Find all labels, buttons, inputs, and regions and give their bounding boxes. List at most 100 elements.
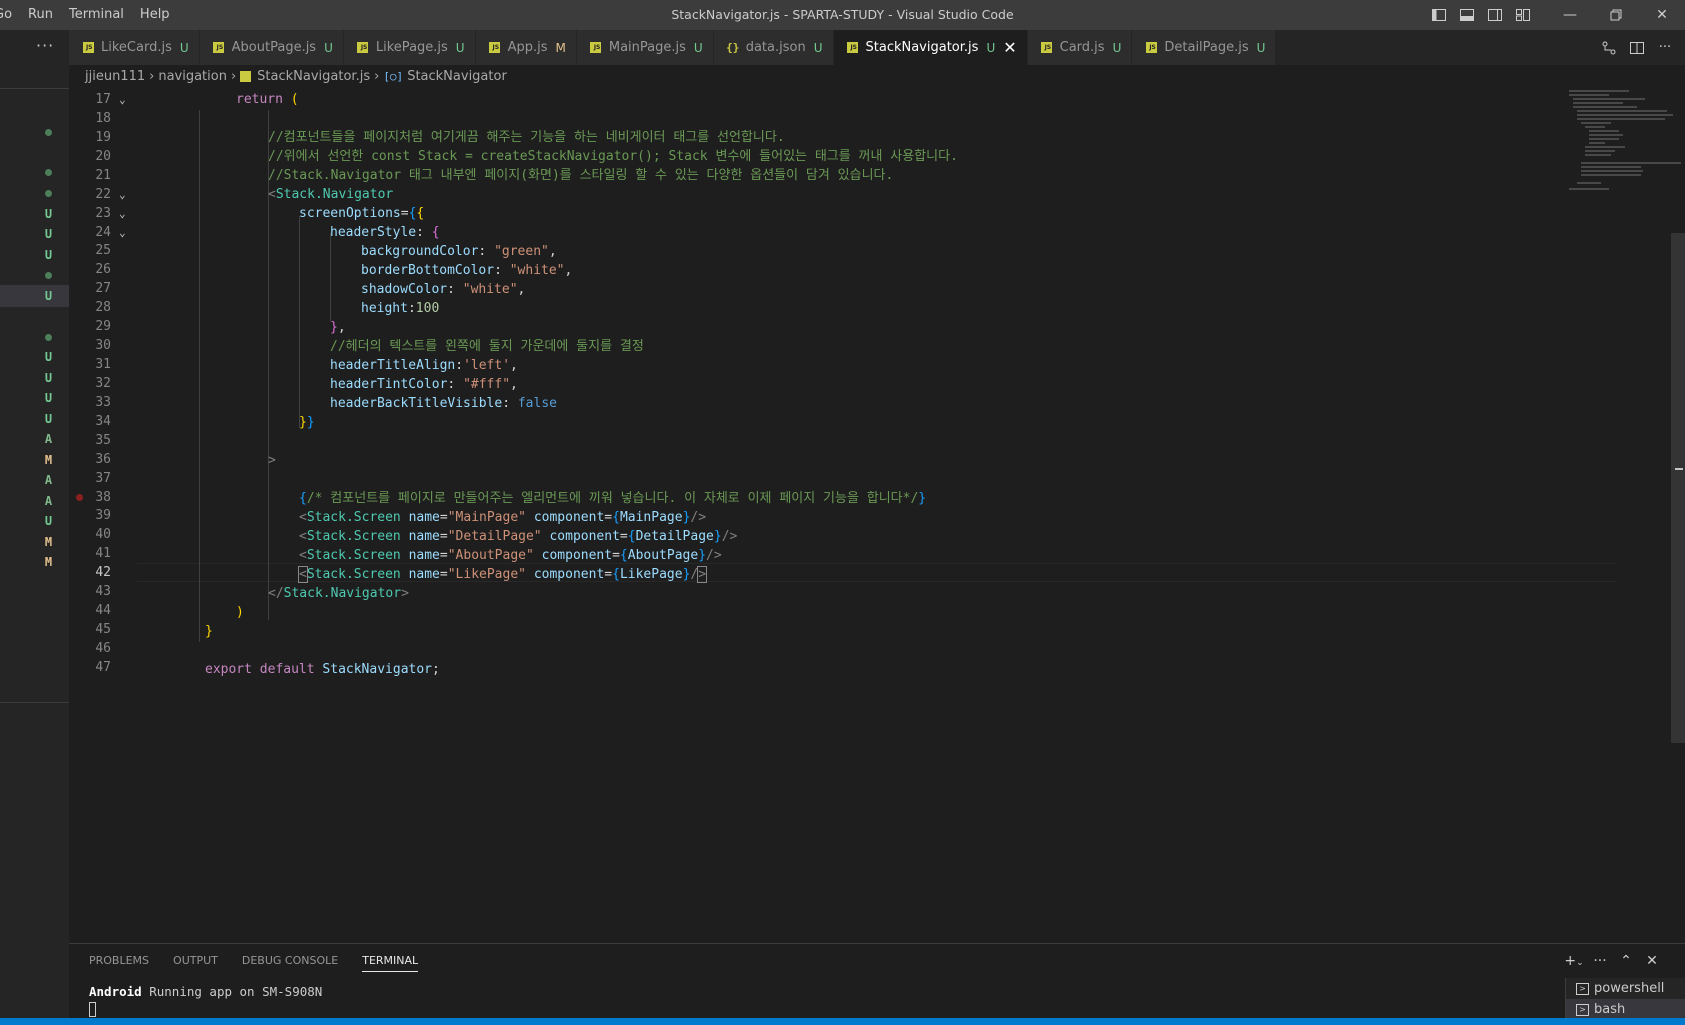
js-icon: JS	[212, 41, 226, 55]
code-token: "AboutPage"	[447, 548, 534, 563]
menu-terminal[interactable]: Terminal	[61, 0, 132, 30]
tab-debug-console[interactable]: DEBUG CONSOLE	[242, 944, 338, 978]
tab-aboutpage-js[interactable]: JS AboutPage.js U	[199, 30, 344, 65]
code-token: headerBackTitleVisible	[330, 396, 503, 411]
menu-help[interactable]: Help	[132, 0, 178, 30]
more-icon[interactable]: ···	[1587, 953, 1613, 969]
tab-status-badge: U	[813, 40, 823, 55]
terminal-item-powershell[interactable]: > powershell	[1566, 978, 1685, 999]
sidebar-divider	[0, 702, 69, 703]
maximize-panel-icon[interactable]: ⌃	[1613, 953, 1639, 969]
js-icon: JS	[846, 41, 860, 55]
more-actions-icon[interactable]: ···	[36, 36, 54, 55]
panel-tabs: PROBLEMS OUTPUT DEBUG CONSOLE TERMINAL	[89, 944, 442, 978]
toggle-primary-sidebar-icon[interactable]	[1425, 0, 1453, 30]
tab-detailpage-js[interactable]: JS DetailPage.js U	[1132, 30, 1277, 65]
code-token: "DetailPage"	[447, 529, 542, 544]
title-actions: — ✕	[1425, 0, 1685, 30]
editor-scrollbar[interactable]	[1671, 233, 1685, 743]
folder-changes-dot-icon	[0, 182, 69, 204]
code-token: return	[236, 92, 283, 107]
title-bar: Go Run Terminal Help StackNavigator.js -…	[0, 0, 1685, 30]
minimap[interactable]	[1565, 88, 1685, 943]
code-editor[interactable]: 17 ⌄ 18 19 20 21 22 ⌄ 23 ⌄ 24 ⌄ 25 26 27 28 29 30 31 32 33 34…	[69, 88, 1685, 943]
code-token: export	[205, 662, 252, 677]
code-comment: /* 컴포넌트를 페이지로 만들어주는 엘리먼트에 끼워 넣습니다. 이 자체로…	[306, 491, 919, 506]
sidebar-divider	[0, 88, 69, 89]
scm-status-badge: U	[44, 371, 53, 385]
tab-label: MainPage.js	[608, 40, 686, 55]
tab-label: LikePage.js	[375, 40, 448, 55]
tab-data-json[interactable]: {} data.json U	[713, 30, 834, 65]
chevron-right-icon: ›	[374, 68, 380, 84]
code-token: "white"	[509, 263, 565, 278]
more-editor-actions-icon[interactable]: ···	[1651, 30, 1679, 65]
tab-likecard-js[interactable]: JS LikeCard.js U	[69, 30, 200, 65]
line-number: 35	[95, 432, 111, 448]
js-icon: JS	[1144, 41, 1158, 55]
tab-mainpage-js[interactable]: JS MainPage.js U	[576, 30, 714, 65]
js-file-icon	[240, 70, 252, 82]
chevron-right-icon: ›	[230, 68, 237, 84]
tab-terminal[interactable]: TERMINAL	[362, 944, 418, 978]
status-bar	[0, 1018, 1685, 1025]
code-token: DetailPage	[635, 529, 714, 544]
customize-layout-icon[interactable]	[1509, 0, 1537, 30]
tab-status-badge: U	[693, 40, 703, 55]
code-line: 37	[69, 469, 1549, 488]
menu-bar: Go Run Terminal Help	[0, 0, 178, 30]
open-changes-icon[interactable]	[1595, 30, 1623, 65]
scm-status-badge: U	[44, 248, 53, 262]
split-editor-icon[interactable]	[1623, 30, 1651, 65]
scm-status-badge: M	[44, 555, 53, 569]
breadcrumb-symbol[interactable]: StackNavigator	[407, 69, 507, 84]
scm-status-badge: M	[44, 535, 53, 549]
close-icon[interactable]: ✕	[1003, 38, 1016, 57]
tab-status-badge: U	[986, 40, 996, 55]
toggle-secondary-sidebar-icon[interactable]	[1481, 0, 1509, 30]
tab-stacknavigator-js[interactable]: JS StackNavigator.js U ✕	[833, 30, 1028, 65]
scm-status-badge: M	[44, 453, 53, 467]
code-token: component	[533, 567, 605, 582]
folder-changes-dot-icon	[0, 121, 69, 143]
tab-card-js[interactable]: JS Card.js U	[1027, 30, 1133, 65]
minimize-icon[interactable]: —	[1547, 0, 1593, 30]
restore-icon[interactable]	[1593, 0, 1639, 30]
tab-problems[interactable]: PROBLEMS	[89, 944, 149, 978]
tab-likepage-js[interactable]: JS LikePage.js U	[343, 30, 476, 65]
tab-app-js[interactable]: JS App.js M	[475, 30, 577, 65]
code-token: borderBottomColor	[361, 263, 495, 278]
breadcrumb-root[interactable]: jjieun111	[85, 69, 145, 84]
folder-changes-dot-icon	[0, 264, 69, 286]
code-line: 18	[69, 109, 1549, 128]
close-window-icon[interactable]: ✕	[1639, 0, 1685, 30]
menu-go[interactable]: Go	[0, 0, 20, 30]
code-token: shadowColor	[361, 282, 448, 297]
code-token: StackNavigator	[322, 662, 432, 677]
tab-label: data.json	[745, 40, 806, 55]
tab-output[interactable]: OUTPUT	[173, 944, 218, 978]
code-token: headerTintColor	[330, 377, 448, 392]
terminal-prompt[interactable]	[89, 1001, 96, 1017]
code-token: name	[408, 567, 440, 582]
close-panel-icon[interactable]: ✕	[1639, 953, 1665, 969]
code-token: Stack.Screen	[306, 548, 401, 563]
breadcrumb-folder[interactable]: navigation	[158, 69, 227, 84]
breadcrumb-file[interactable]: StackNavigator.js	[257, 69, 370, 84]
tab-status-badge: U	[1256, 40, 1266, 55]
code-comment: //헤더의 텍스트를 왼쪽에 둘지 가운데에 둘지를 결정	[330, 339, 644, 354]
code-token: name	[408, 548, 440, 563]
scm-status-badge: U	[44, 350, 53, 364]
tab-label: AboutPage.js	[231, 40, 317, 55]
terminal-icon: >	[1576, 982, 1589, 995]
new-terminal-icon[interactable]: +⌄	[1561, 953, 1587, 969]
code-token: "white"	[462, 282, 518, 297]
code-token: default	[259, 662, 315, 677]
tab-label: DetailPage.js	[1164, 40, 1249, 55]
menu-run[interactable]: Run	[20, 0, 61, 30]
toggle-panel-icon[interactable]	[1453, 0, 1481, 30]
terminal-cursor	[89, 1002, 96, 1017]
line-number: 18	[95, 110, 111, 126]
terminal-item-bash[interactable]: > bash	[1566, 999, 1685, 1020]
code-token: MainPage	[619, 510, 683, 525]
